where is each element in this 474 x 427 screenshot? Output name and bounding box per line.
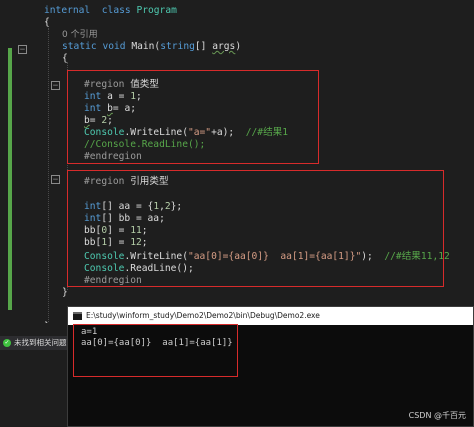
code-token: 0 个引用 [62, 30, 98, 40]
code-line[interactable]: bb[1] = 12; [84, 237, 148, 249]
check-icon: ✓ [3, 339, 11, 347]
code-line[interactable]: #endregion [84, 151, 142, 163]
code-token: #endregion [84, 151, 142, 162]
code-token: internal [44, 5, 91, 16]
code-token: ] = [107, 237, 131, 248]
code-token: ] = [107, 225, 131, 236]
console-output-line: aa[0]={aa[0]} aa[1]={aa[1]} [81, 338, 233, 348]
code-line[interactable]: 0 个引用 [62, 29, 98, 41]
change-indicator-bar [8, 48, 12, 310]
status-text[interactable]: 未找到相关问题 [14, 336, 67, 350]
code-token: Program [130, 5, 177, 16]
indent-guide [48, 28, 49, 323]
code-token: 11 [130, 225, 142, 236]
code-token: Main( [131, 41, 161, 52]
code-line[interactable]: #region 引用类型 [84, 176, 169, 188]
code-token: .ReadLine(); [124, 263, 194, 274]
collapse-icon[interactable]: − [51, 81, 60, 91]
code-token: #region [84, 79, 131, 90]
code-token: int [84, 103, 102, 114]
code-line[interactable]: { [44, 17, 50, 29]
collapse-icon[interactable]: − [18, 45, 27, 55]
code-token: 值类型 [130, 79, 159, 90]
code-token: .WriteLine( [124, 127, 188, 138]
code-token: Console [84, 251, 125, 262]
code-token: .WriteLine( [124, 251, 188, 262]
code-line[interactable]: //Console.ReadLine(); [84, 139, 205, 151]
code-line[interactable]: int b= a; [84, 103, 136, 115]
code-token: int [84, 91, 102, 102]
code-token: } [44, 321, 50, 323]
console-app-icon [73, 312, 82, 320]
console-output-line: a=1 [81, 327, 98, 337]
code-line[interactable]: } [44, 321, 50, 323]
code-token: ); [361, 251, 385, 262]
code-line[interactable]: Console.WriteLine("a="+a); //#结果1 [84, 127, 288, 139]
code-line[interactable]: internal class Program [44, 5, 177, 17]
code-line[interactable]: b= 2; [84, 115, 113, 127]
collapse-icon[interactable]: − [51, 175, 60, 185]
console-titlebar[interactable]: E:\study\winform_study\Demo2\Demo2\bin\D… [68, 307, 473, 325]
code-line[interactable]: } [62, 287, 68, 299]
code-token: Console [84, 263, 125, 274]
indent-guide [67, 62, 68, 290]
console-window[interactable]: E:\study\winform_study\Demo2\Demo2\bin\D… [67, 306, 474, 427]
code-line[interactable]: { [62, 53, 68, 65]
code-token: ) [235, 41, 242, 52]
code-token: [] aa = { [101, 201, 154, 212]
highlight-box-console-output [73, 324, 238, 377]
code-token: a = [101, 91, 131, 102]
code-line[interactable]: int a = 1; [84, 91, 142, 103]
code-token: ; [141, 225, 148, 236]
console-title: E:\study\winform_study\Demo2\Demo2\bin\D… [86, 311, 320, 320]
code-token: }; [170, 201, 183, 212]
code-line[interactable]: bb[0] = 11; [84, 225, 148, 237]
code-token: "aa[0]={aa[0]} aa[1]={aa[1]}" [187, 251, 362, 262]
code-token: { [44, 17, 50, 28]
code-token: args [212, 41, 236, 52]
code-token: void [102, 41, 126, 52]
code-token: bb[ [84, 237, 102, 248]
code-token: 12 [130, 237, 142, 248]
code-token: ; [136, 91, 142, 102]
code-token: class [101, 5, 131, 16]
code-editor[interactable]: − − − internal class Program{0 个引用 static… [0, 0, 474, 323]
code-token: #endregion [84, 275, 142, 286]
code-token: string [160, 41, 195, 52]
code-token: //#结果1 [245, 127, 289, 138]
code-line[interactable]: #region 值类型 [84, 79, 159, 91]
code-token: [] [194, 41, 213, 52]
code-line[interactable]: int[] bb = aa; [84, 213, 165, 225]
code-token: //#结果11,12 [384, 251, 450, 262]
code-token: #region [84, 176, 131, 187]
code-token: int [84, 201, 102, 212]
code-token: static [62, 41, 97, 52]
code-token: { [62, 53, 68, 64]
code-token: ; [107, 115, 113, 126]
code-token: int [84, 213, 102, 224]
code-token: ; [141, 237, 148, 248]
code-token: [] bb = aa; [101, 213, 165, 224]
watermark: CSDN @千百元 [408, 411, 466, 420]
code-token: "a=" [187, 127, 212, 138]
code-token: bb[ [84, 225, 102, 236]
code-line[interactable]: int[] aa = {1,2}; [84, 201, 182, 213]
code-line[interactable]: static void Main(string[] args) [62, 41, 241, 53]
code-token: = [89, 115, 102, 126]
code-token: +a); [211, 127, 246, 138]
code-token: 引用类型 [130, 176, 169, 187]
code-token: Console [84, 127, 125, 138]
code-line[interactable]: Console.ReadLine(); [84, 263, 194, 275]
code-line[interactable]: Console.WriteLine("aa[0]={aa[0]} aa[1]={… [84, 251, 450, 263]
code-token: //Console.ReadLine(); [84, 139, 206, 150]
code-token: } [62, 287, 68, 298]
code-token: = a; [112, 103, 136, 114]
code-line[interactable]: #endregion [84, 275, 142, 287]
